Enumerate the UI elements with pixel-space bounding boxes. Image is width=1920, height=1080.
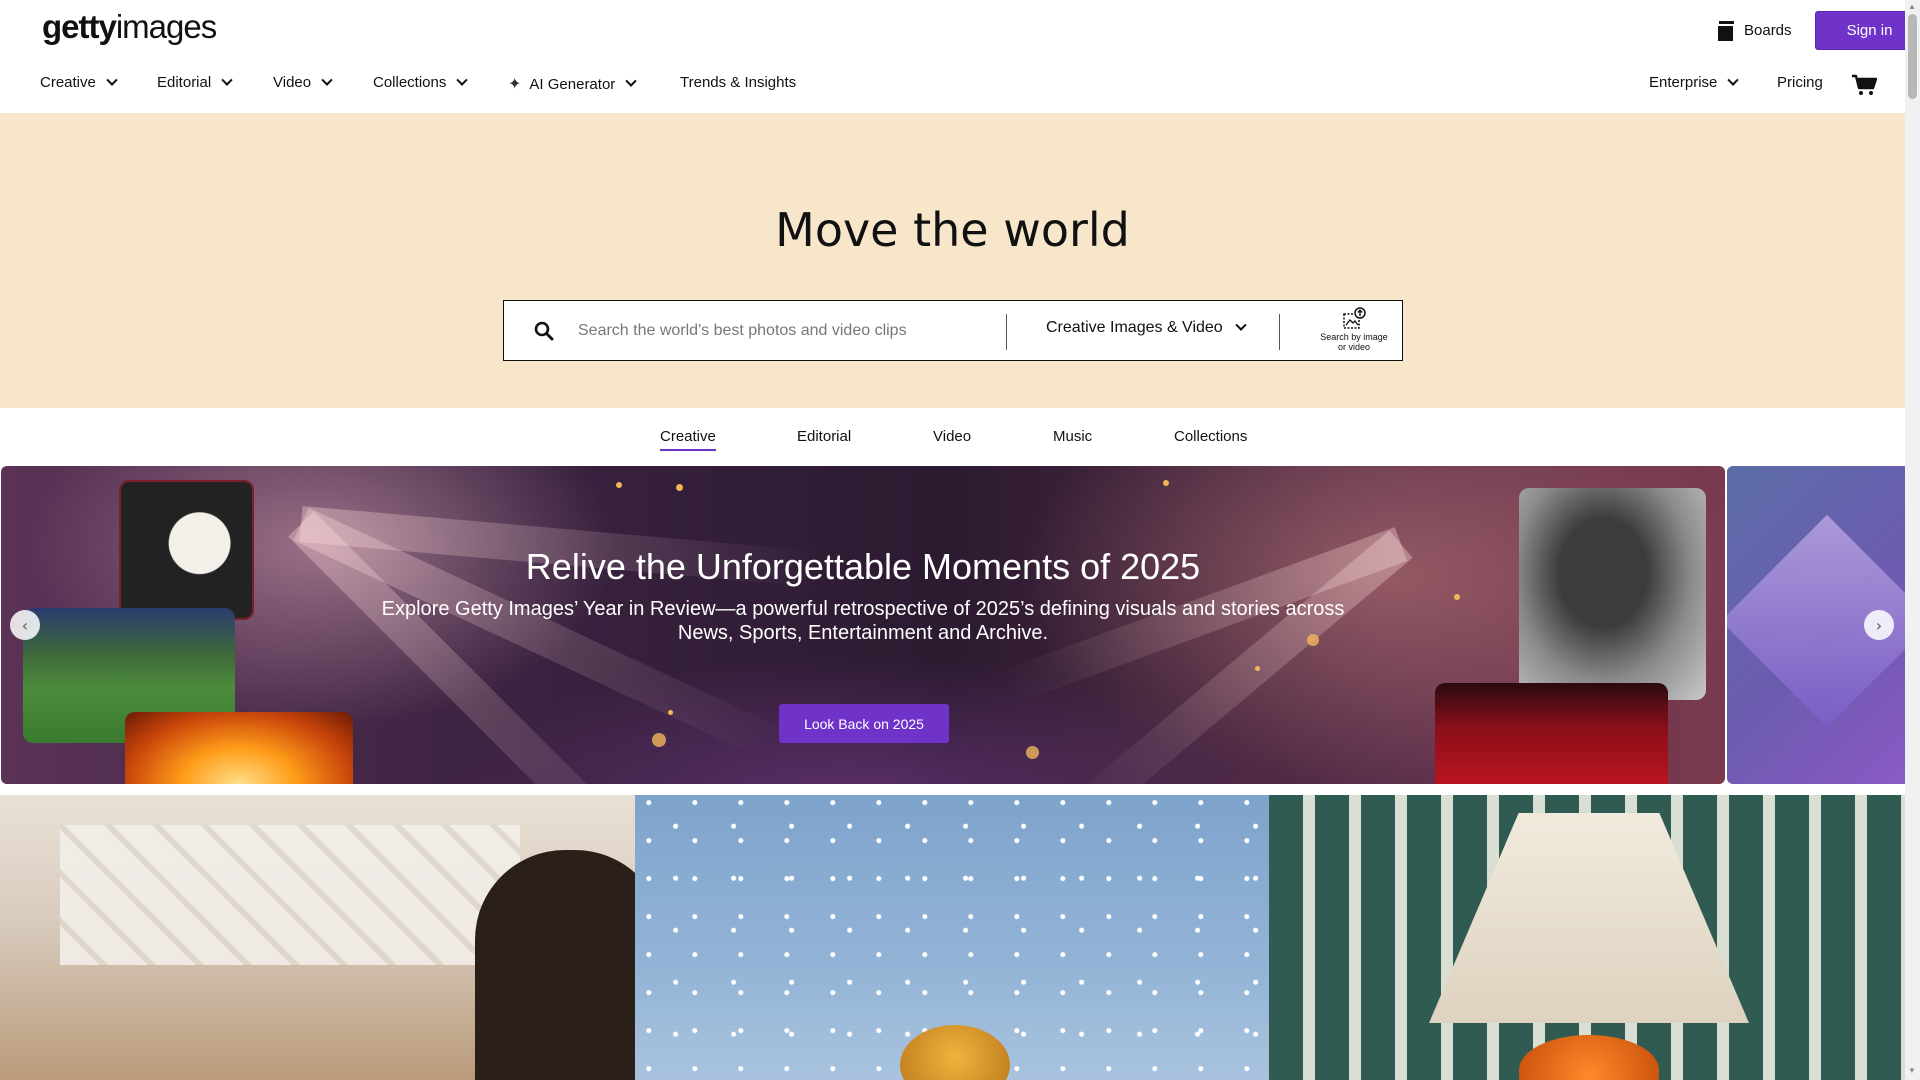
nav-item-enterprise[interactable]: Enterprise [1649,74,1740,91]
search-by-image-button[interactable]: Search by image or video [1309,306,1399,356]
sparkle-icon: ✦ [508,76,522,93]
sparkle-dot [1255,666,1260,671]
chevron-down-icon [1235,319,1247,331]
banner-title: Relive the Unforgettable Moments of 2025 [525,546,1201,587]
search-scope-label: Creative Images & Video [1046,319,1223,336]
tab-editorial[interactable]: Editorial [797,428,851,445]
cart-icon[interactable] [1851,74,1877,96]
image-grid [0,795,1905,1080]
tab-creative[interactable]: Creative [660,428,716,451]
page-scrollbar[interactable]: ▲ ▼ [1905,0,1920,1080]
chevron-down-icon [321,74,333,86]
search-input[interactable] [578,315,988,347]
search-scope-dropdown[interactable]: Creative Images & Video [1046,319,1247,337]
tab-video[interactable]: Video [933,428,971,445]
nav-label: Editorial [157,74,212,91]
look-back-button[interactable]: Look Back on 2025 [779,704,949,743]
getty-images-logo[interactable]: gettyimages [42,8,217,46]
nav-label: AI Generator [529,75,616,93]
logo-light-text: images [115,8,217,45]
site-header: gettyimages Boards Sign in Creative Edit… [0,0,1920,113]
boards-icon [1716,21,1735,43]
logo-bold-text: getty [42,8,117,45]
sparkle-dot [616,482,622,488]
search-divider [1279,314,1280,350]
search-by-image-label-line1: Search by image [1320,332,1388,342]
search-by-image-icon [1343,307,1366,329]
chevron-down-icon [625,75,637,87]
scroll-up-arrow[interactable]: ▲ [1908,2,1916,11]
content-tabs: Creative Editorial Video Music Collectio… [0,408,1905,466]
scrollbar-thumb[interactable] [1908,14,1917,99]
search-icon[interactable] [534,321,554,341]
nav-item-ai-generator[interactable]: ✦ AI Generator [508,74,637,94]
photo-firefighter [125,712,353,784]
nav-label: Creative [40,74,96,91]
tab-collections[interactable]: Collections [1174,428,1247,445]
scroll-down-arrow[interactable]: ▼ [1908,1066,1916,1075]
photo-boxer [1519,488,1706,700]
nav-item-video[interactable]: Video [273,74,333,91]
image-tile[interactable] [0,795,635,1080]
nav-label: Collections [373,74,447,91]
chevron-down-icon [456,74,469,86]
carousel-next-button[interactable]: › [1864,610,1894,640]
sparkle-dot [1454,594,1460,600]
search-divider [1006,314,1007,350]
boards-link[interactable]: Boards [1716,18,1792,43]
nav-item-trends-insights[interactable]: Trends & Insights [680,74,796,91]
sparkle-dot [676,484,683,491]
chevron-down-icon [221,74,233,86]
tab-music[interactable]: Music [1053,428,1092,445]
search-bar: Creative Images & Video Search by image … [503,300,1403,361]
hero-title: Move the world [775,203,1130,257]
nav-item-creative[interactable]: Creative [40,74,118,91]
nav-label: Trends & Insights [680,74,797,91]
search-by-image-label-line2: or video [1337,342,1371,352]
image-tile[interactable] [1269,795,1905,1080]
carousel-prev-button[interactable]: ‹ [10,610,40,640]
sparkle-dot [1163,480,1169,486]
chevron-down-icon [1727,74,1740,86]
sparkle-dot [1026,746,1039,759]
nav-label: Enterprise [1649,74,1718,91]
nav-item-collections[interactable]: Collections [373,74,469,91]
sparkle-dot [668,710,673,715]
promo-banner: Relive the Unforgettable Moments of 2025… [1,466,1725,784]
nav-label: Pricing [1777,74,1823,91]
nav-label: Video [273,74,312,91]
main-nav: Creative Editorial Video Collections ✦ A… [0,74,1905,98]
banner-subtitle: Explore Getty Images’ Year in Review—a p… [381,598,1345,644]
sparkle-dot [652,733,666,747]
chevron-down-icon [106,74,118,86]
image-tile[interactable] [635,795,1269,1080]
nav-item-editorial[interactable]: Editorial [157,74,233,91]
boards-label: Boards [1744,21,1792,39]
nav-item-pricing[interactable]: Pricing [1777,74,1823,91]
photo-red-carpet [1435,683,1668,784]
hero-section: Move the world Creative Images & Video S… [0,113,1905,408]
